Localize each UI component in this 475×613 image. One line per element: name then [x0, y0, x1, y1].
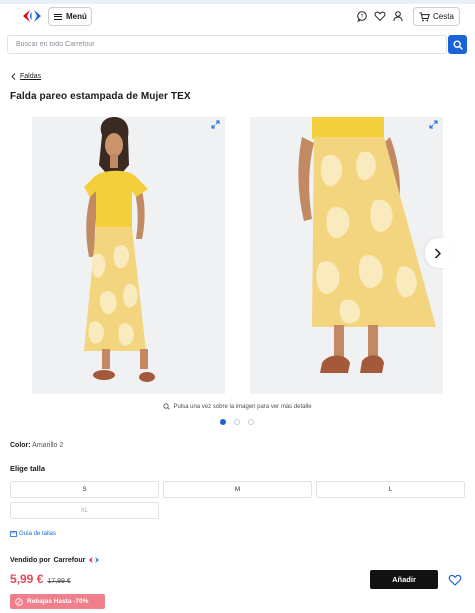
product-image-1[interactable] [32, 117, 225, 394]
color-value: Amarillo 2 [32, 442, 64, 449]
zoom-hint-text: Pulsa una vez sobre la imagen para ver m… [173, 403, 312, 410]
price-row: 5,99 € 17,99 € [10, 572, 71, 586]
search-bar [7, 35, 467, 54]
size-guide-link[interactable]: Guía de tallas [10, 531, 56, 537]
expand-icon[interactable] [429, 120, 438, 129]
size-option-xl[interactable]: XL [10, 502, 159, 519]
carrefour-logo[interactable] [21, 9, 43, 23]
ruler-icon [10, 531, 17, 537]
product-gallery [0, 117, 475, 394]
gallery-dot[interactable] [220, 419, 226, 425]
model-full-body-image [32, 117, 225, 394]
size-guide-label: Guía de tallas [19, 531, 57, 537]
breadcrumb: Faldas [11, 73, 41, 80]
breadcrumb-back-link[interactable]: Faldas [20, 73, 41, 80]
favorite-heart-icon[interactable] [448, 573, 462, 587]
gallery-next-button[interactable] [425, 238, 449, 268]
cart-button[interactable]: Cesta [413, 7, 460, 26]
chat-icon[interactable]: ? [356, 10, 368, 22]
seller-prefix: Vendido por [10, 556, 51, 564]
carrefour-small-logo [89, 556, 100, 564]
gallery-dot[interactable] [234, 419, 240, 425]
color-info: Color: Amarillo 2 [10, 442, 63, 449]
svg-text:?: ? [361, 14, 364, 20]
search-input[interactable] [7, 35, 447, 54]
gallery-dot[interactable] [248, 419, 254, 425]
discount-icon [15, 597, 23, 606]
sale-badge: Rebajas Hasta -70% [10, 594, 105, 609]
size-title: Elige talla [10, 464, 46, 473]
menu-button[interactable]: Menú [48, 7, 92, 26]
seller-info: Vendido por Carrefour [10, 556, 100, 564]
add-to-cart-button[interactable]: Añadir [370, 570, 438, 589]
gallery-pagination [220, 419, 254, 425]
expand-icon[interactable] [211, 120, 220, 129]
site-header: Menú ? Cesta [0, 4, 475, 30]
zoom-hint: Pulsa una vez sobre la imagen para ver m… [0, 403, 475, 410]
hamburger-icon [54, 13, 62, 20]
menu-label: Menú [66, 12, 87, 21]
color-label: Color: [10, 442, 31, 449]
sale-badge-label: Rebajas Hasta -70% [27, 598, 89, 605]
cart-label: Cesta [433, 12, 454, 21]
chevron-right-icon [434, 247, 441, 259]
current-price: 5,99 € [10, 572, 44, 586]
product-title: Falda pareo estampada de Mujer TEX [10, 91, 191, 102]
search-button[interactable] [448, 35, 467, 54]
chevron-left-icon [11, 73, 16, 80]
size-option-m[interactable]: M [163, 481, 312, 498]
size-option-s[interactable]: S [10, 481, 159, 498]
user-icon[interactable] [392, 10, 404, 22]
size-option-l[interactable]: L [316, 481, 465, 498]
heart-icon[interactable] [374, 10, 386, 22]
cart-icon [419, 12, 430, 21]
product-image-2[interactable] [250, 117, 443, 394]
zoom-icon [163, 403, 171, 410]
seller-name: Carrefour [53, 556, 86, 564]
old-price: 17,99 € [47, 578, 71, 585]
search-icon [452, 39, 463, 50]
skirt-closeup-image [250, 117, 443, 394]
